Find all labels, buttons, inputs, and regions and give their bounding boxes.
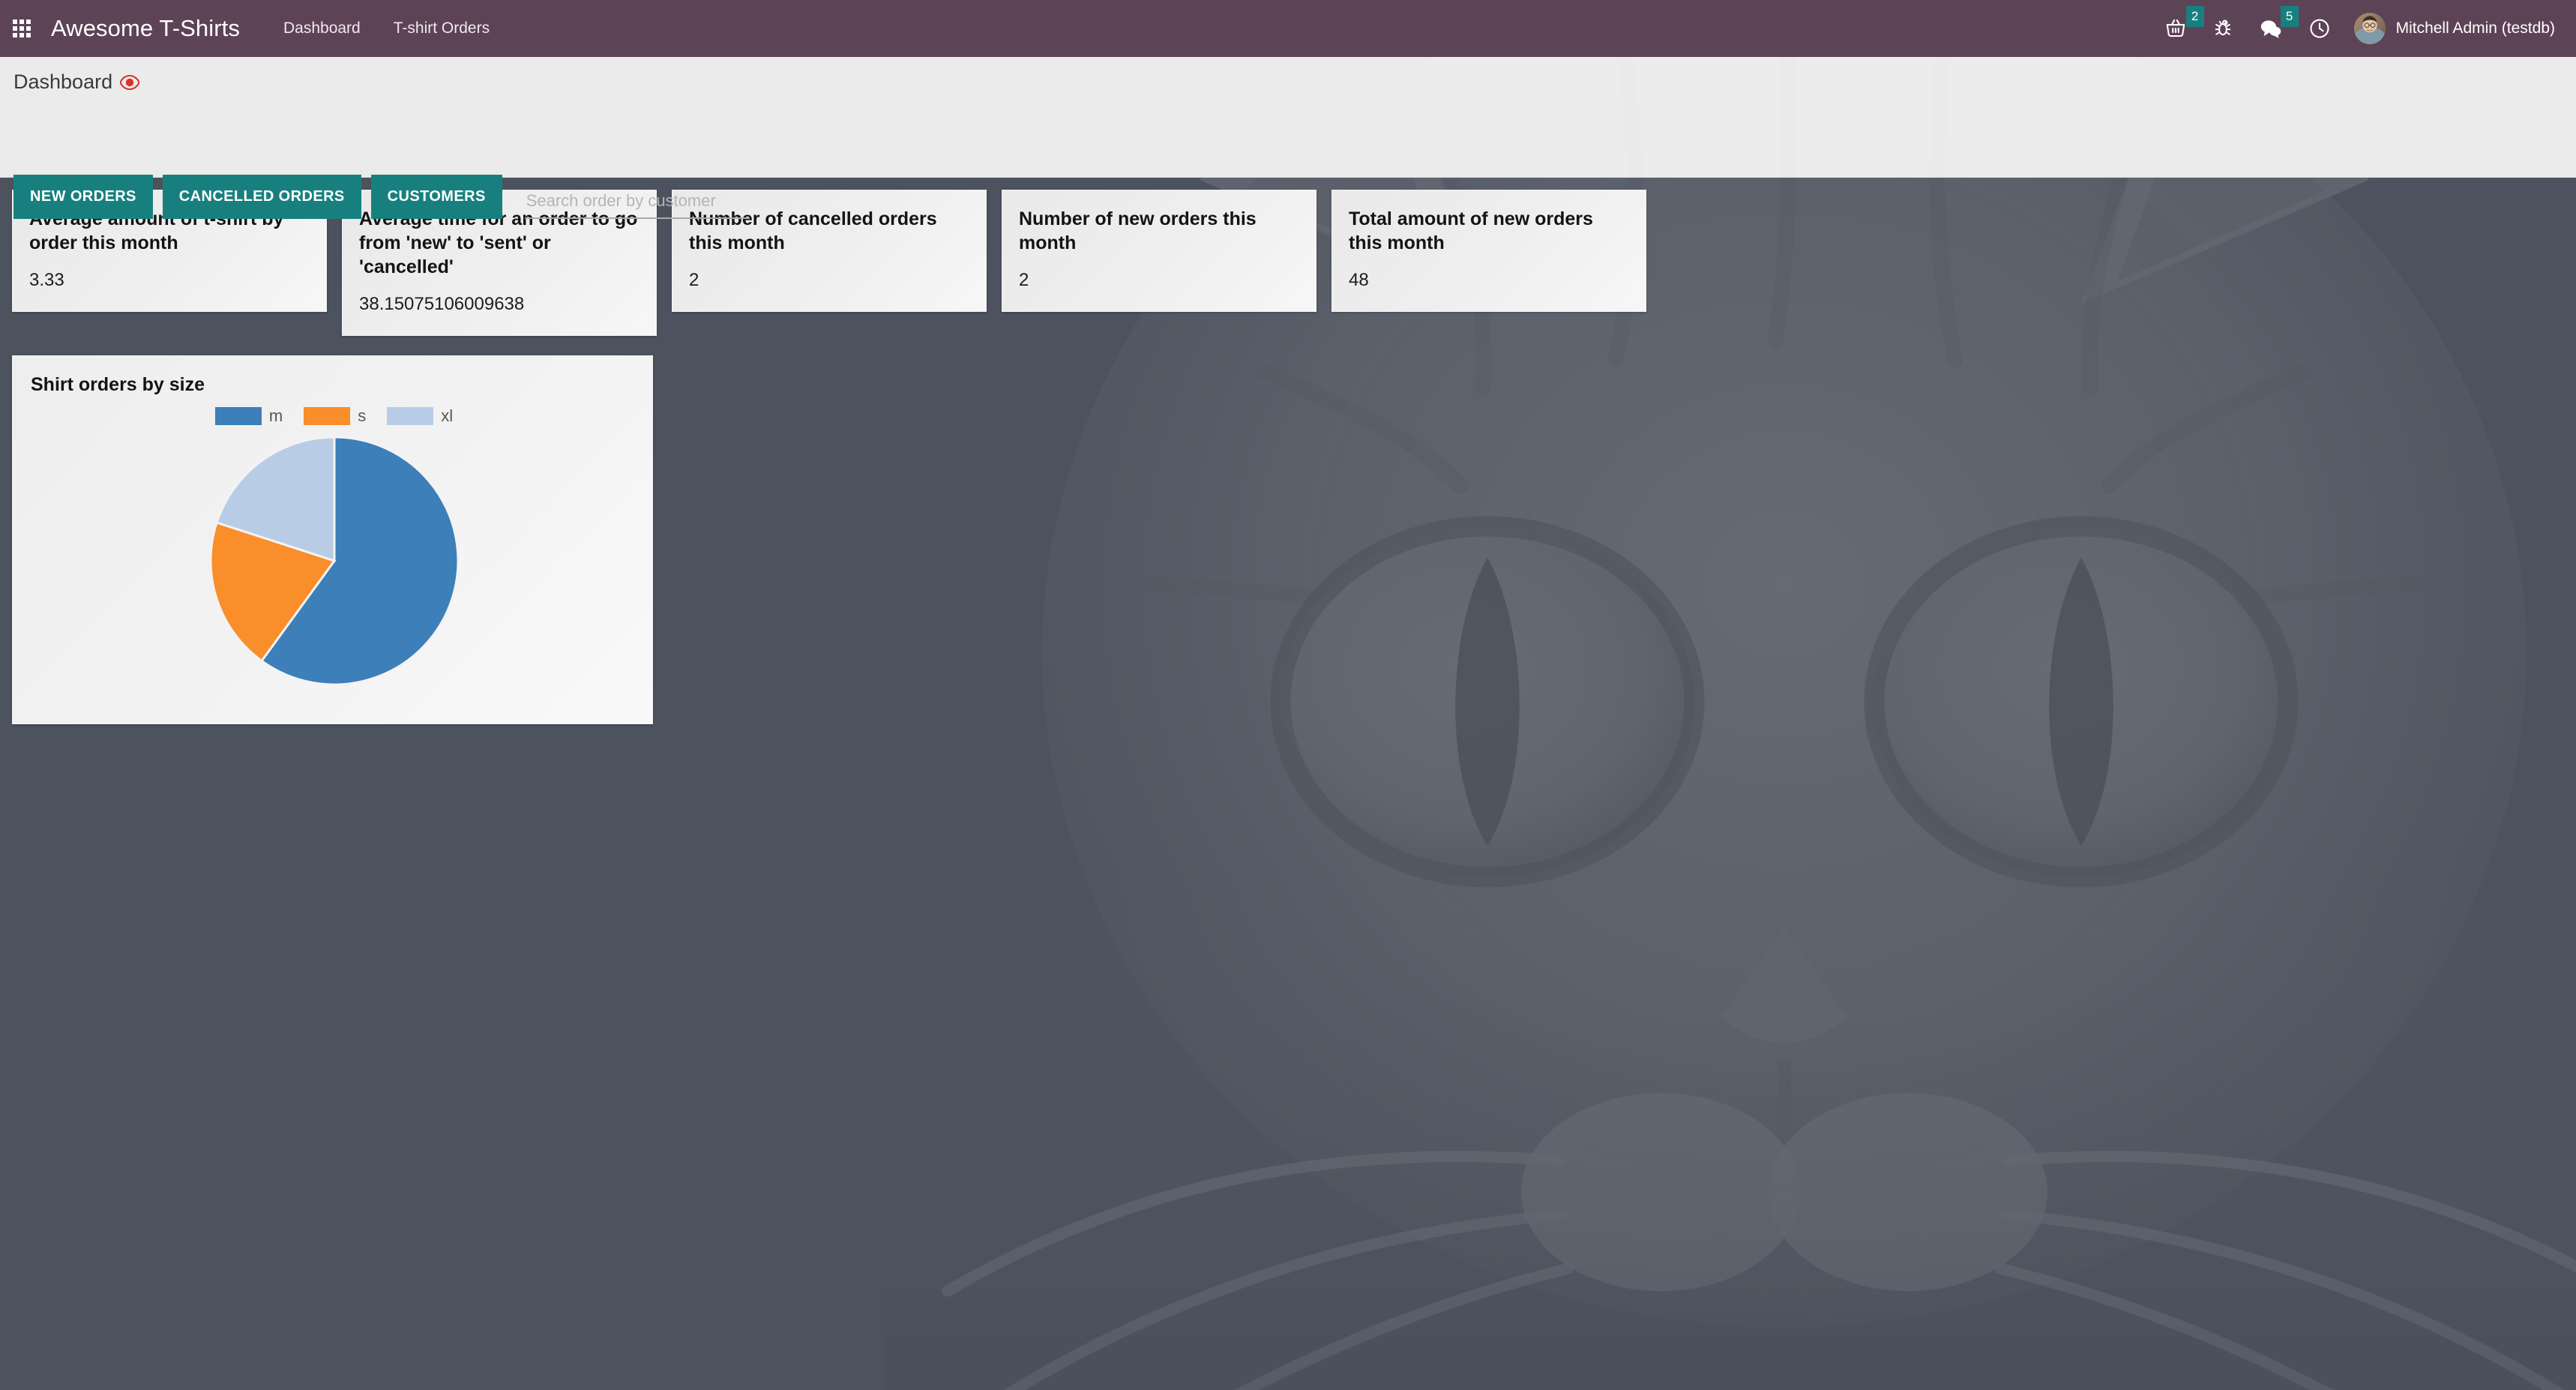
legend-item-m[interactable]: m — [215, 406, 283, 426]
navbar-menu: Dashboard T-shirt Orders — [267, 0, 506, 57]
customers-button[interactable]: CUSTOMERS — [371, 175, 502, 219]
kpi-card-total-amount[interactable]: Total amount of new orders this month 48 — [1331, 190, 1646, 312]
apps-grid-icon — [13, 19, 31, 37]
pie-chart-card: Shirt orders by size m s xl — [12, 355, 653, 724]
kpi-value: 48 — [1349, 270, 1629, 292]
chart-title: Shirt orders by size — [31, 374, 637, 396]
control-panel-background — [0, 57, 2576, 177]
control-panel: Dashboard NEW ORDERS CANCELLED ORDERS CU… — [0, 57, 2576, 178]
user-menu[interactable]: Mitchell Admin (testdb) — [2344, 0, 2561, 57]
legend-label-xl: xl — [441, 406, 453, 426]
search-field-wrapper — [525, 187, 750, 219]
legend-item-xl[interactable]: xl — [387, 406, 453, 426]
activities-clock-icon — [2308, 17, 2331, 40]
navbar-right-section: 2 — [2152, 0, 2576, 57]
legend-swatch-xl — [387, 407, 433, 425]
cancelled-orders-button[interactable]: CANCELLED ORDERS — [163, 175, 361, 219]
nav-item-dashboard[interactable]: Dashboard — [267, 0, 377, 57]
chart-row: Shirt orders by size m s xl — [12, 355, 2564, 724]
bug-icon — [2212, 18, 2233, 39]
legend-swatch-s — [304, 407, 350, 425]
nav-item-tshirt-orders[interactable]: T-shirt Orders — [377, 0, 506, 57]
kpi-value: 3.33 — [29, 270, 310, 292]
messages-icon — [2259, 17, 2283, 40]
navbar-left-section: Awesome T-Shirts Dashboard T-shirt Order… — [0, 0, 506, 57]
eye-icon[interactable] — [120, 75, 139, 90]
page-title-text: Dashboard — [13, 70, 112, 94]
apps-menu-toggle[interactable] — [4, 0, 39, 57]
user-name-label: Mitchell Admin (testdb) — [2396, 19, 2555, 37]
chart-legend: m s xl — [31, 406, 637, 426]
page-title: Dashboard — [13, 70, 139, 94]
search-input[interactable] — [525, 187, 750, 219]
legend-label-m: m — [269, 406, 283, 426]
kpi-value: 2 — [689, 270, 969, 292]
kpi-card-new-orders[interactable]: Number of new orders this month 2 — [1002, 190, 1316, 312]
new-orders-button[interactable]: NEW ORDERS — [13, 175, 153, 219]
brand-title[interactable]: Awesome T-Shirts — [51, 15, 240, 42]
top-navbar: Awesome T-Shirts Dashboard T-shirt Order… — [0, 0, 2576, 57]
legend-item-s[interactable]: s — [304, 406, 366, 426]
avatar — [2354, 13, 2386, 44]
messages-button[interactable]: 5 — [2246, 0, 2296, 57]
activities-button[interactable] — [2296, 0, 2344, 57]
shopping-basket-button[interactable]: 2 — [2152, 0, 2200, 57]
kpi-title: Total amount of new orders this month — [1349, 207, 1629, 255]
legend-label-s: s — [358, 406, 366, 426]
debug-menu-button[interactable] — [2200, 0, 2246, 57]
kpi-title: Number of new orders this month — [1019, 207, 1299, 255]
legend-swatch-m — [215, 407, 262, 425]
cat-background-image-top — [885, 57, 2576, 177]
kpi-value: 38.15075106009638 — [359, 294, 640, 316]
dashboard-body: Average amount of t-shirt by order this … — [0, 178, 2576, 1390]
kpi-value: 2 — [1019, 270, 1299, 292]
pie-chart-canvas[interactable] — [31, 433, 637, 688]
shopping-basket-icon — [2164, 17, 2187, 40]
control-panel-actions: NEW ORDERS CANCELLED ORDERS CUSTOMERS — [13, 175, 750, 219]
pie-chart-svg — [207, 433, 462, 688]
